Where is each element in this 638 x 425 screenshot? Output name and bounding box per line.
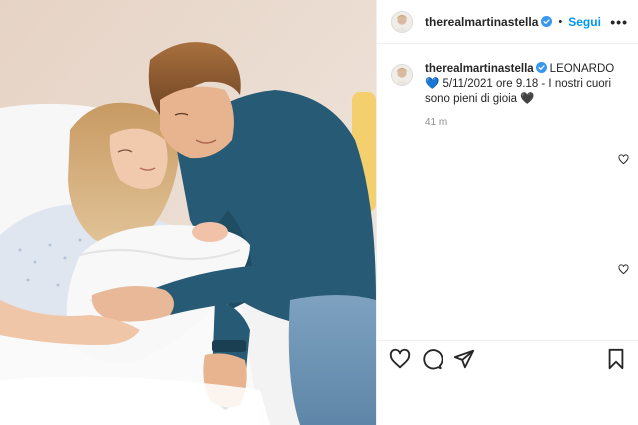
caption-body: therealmartinastella LEONARDO 💙 5/11/2021… xyxy=(425,62,621,130)
post-photo[interactable] xyxy=(0,0,376,425)
caption: therealmartinastella LEONARDO 💙 5/11/2021… xyxy=(391,62,625,130)
bookmark-icon xyxy=(608,348,624,369)
verified-badge-icon xyxy=(541,16,553,27)
comment-button[interactable] xyxy=(421,348,443,370)
caption-username[interactable]: therealmartinastella xyxy=(425,63,534,75)
post-header: therealmartinastella • Segui ••• xyxy=(377,0,638,44)
more-options-button[interactable]: ••• xyxy=(610,14,628,30)
post-sidebar: therealmartinastella • Segui ••• thereal… xyxy=(376,0,638,425)
comments-area[interactable]: therealmartinastella LEONARDO 💙 5/11/2021… xyxy=(377,44,638,340)
post-time[interactable]: 41 m xyxy=(425,115,621,130)
header-separator: • xyxy=(558,15,563,28)
avatar[interactable] xyxy=(391,10,413,33)
share-button[interactable] xyxy=(453,348,475,370)
comment-like-heart-icon[interactable] xyxy=(618,264,629,275)
comment-bubble-icon xyxy=(423,348,443,369)
action-bar xyxy=(377,340,638,376)
follow-button[interactable]: Segui xyxy=(568,15,601,29)
instagram-post: therealmartinastella • Segui ••• thereal… xyxy=(0,0,638,425)
avatar-image xyxy=(392,65,412,85)
paper-plane-icon xyxy=(453,349,475,368)
comment-like-heart-icon[interactable] xyxy=(618,154,629,165)
caption-avatar[interactable] xyxy=(391,64,413,86)
hospital-family-photo xyxy=(0,0,376,425)
save-button[interactable] xyxy=(605,348,627,370)
username[interactable]: therealmartinastella xyxy=(425,15,538,29)
avatar-image xyxy=(392,11,412,32)
verified-badge-icon xyxy=(535,62,547,73)
heart-icon xyxy=(389,348,411,368)
like-button[interactable] xyxy=(389,348,411,370)
